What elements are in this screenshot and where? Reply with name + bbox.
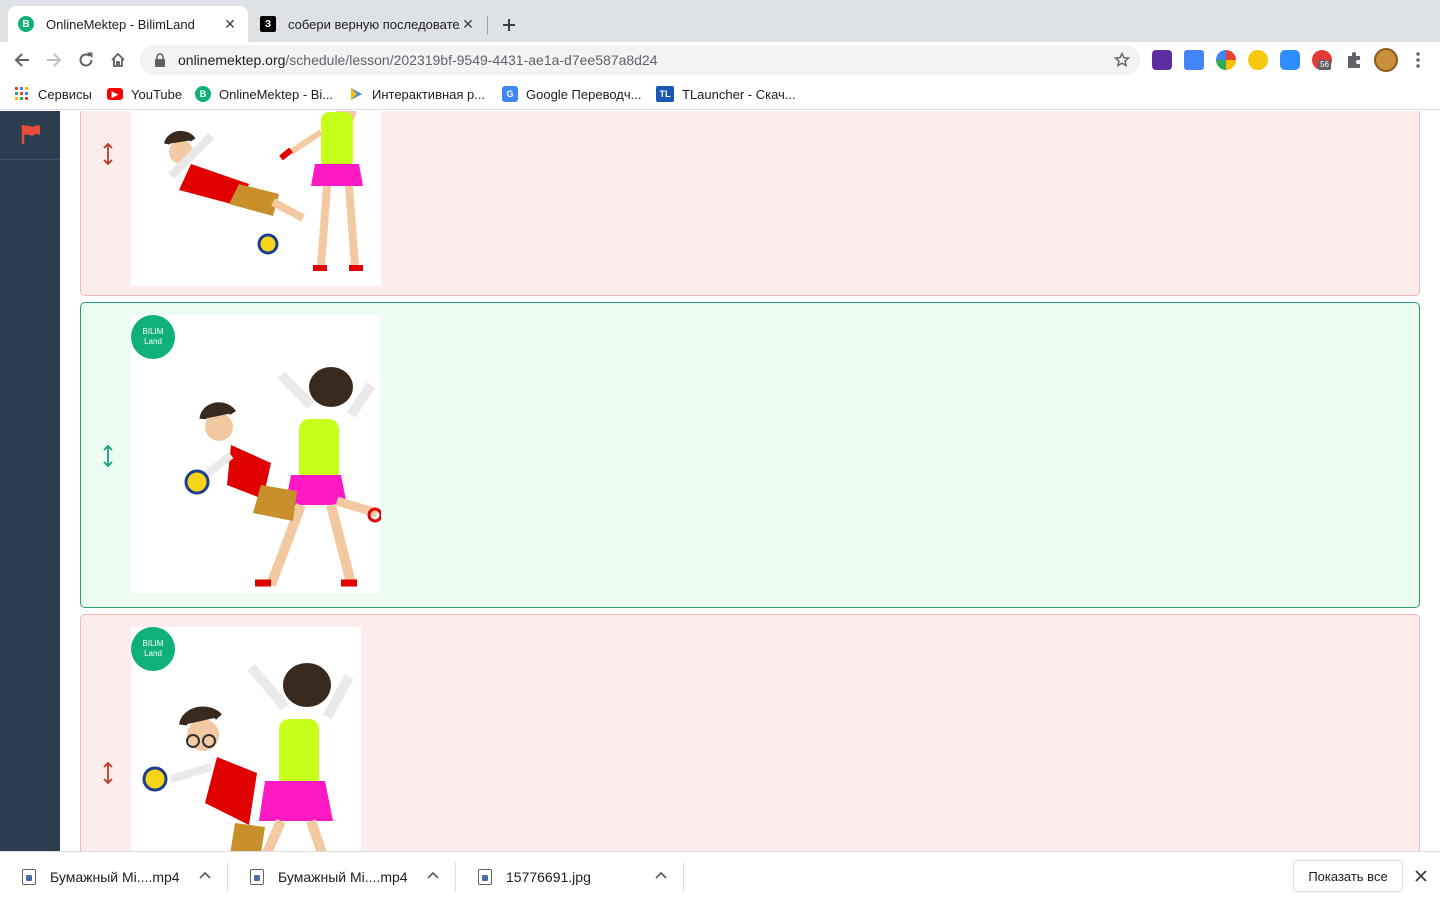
lesson-content: BILIM Land BILIM Land: [60, 111, 1440, 851]
chevron-up-icon[interactable]: [198, 869, 212, 883]
bilimland-favicon-icon: B: [18, 16, 34, 32]
sidebar-divider: [0, 159, 60, 160]
extension-badge: 56: [1318, 60, 1331, 70]
tab-znanija[interactable]: З собери верную последовател ✕: [250, 6, 486, 42]
bookmark-label: YouTube: [131, 86, 183, 102]
chevron-up-icon[interactable]: [426, 869, 440, 883]
download-item-3[interactable]: 15776691.jpg: [456, 858, 684, 896]
play-icon: [351, 88, 362, 100]
tlauncher-icon: TL: [656, 86, 674, 102]
bilimland-icon: B: [195, 86, 211, 102]
address-bar[interactable]: onlinemektep.org/schedule/lesson/202319b…: [140, 45, 1140, 75]
handball-illustration: [164, 111, 363, 271]
bookmark-label: Google Переводч...: [526, 86, 642, 102]
download-divider: [683, 862, 684, 892]
close-tab-icon[interactable]: ✕: [460, 16, 476, 32]
arrow-left-icon: [14, 53, 29, 67]
bookmark-interactive[interactable]: Интерактивная р...: [348, 85, 485, 103]
sequence-card-3[interactable]: BILIM Land: [80, 614, 1420, 851]
translate-extension-icon[interactable]: [1184, 50, 1204, 70]
bookmark-services[interactable]: Сервисы: [14, 85, 92, 103]
sequence-card-1[interactable]: [80, 111, 1420, 296]
drag-handle-icon[interactable]: [101, 761, 115, 785]
handball-illustration: [184, 367, 381, 587]
bookmark-label: TLauncher - Скач...: [682, 86, 796, 102]
bookmark-star-icon[interactable]: [1114, 52, 1130, 68]
back-button[interactable]: [8, 46, 36, 74]
plus-icon: [503, 19, 515, 31]
tab-title: собери верную последовател: [288, 16, 460, 32]
flag-button[interactable]: [20, 123, 42, 150]
app-sidebar: [0, 111, 60, 851]
translate-icon: G: [502, 86, 518, 102]
browser-toolbar: onlinemektep.org/schedule/lesson/202319b…: [0, 42, 1440, 78]
download-item-2[interactable]: Бумажный Mi....mp4: [228, 858, 456, 896]
file-icon: [22, 869, 36, 885]
download-filename: Бумажный Mi....mp4: [50, 869, 180, 885]
extensions-puzzle-icon[interactable]: [1344, 50, 1364, 70]
new-tab-button[interactable]: [498, 14, 520, 36]
bookmark-onlinemektep[interactable]: B OnlineMektep - Bi...: [195, 85, 333, 103]
download-filename: Бумажный Mi....mp4: [278, 869, 408, 885]
bilimland-logo: BILIM Land: [131, 315, 175, 359]
home-button[interactable]: [104, 46, 132, 74]
download-item-1[interactable]: Бумажный Mi....mp4: [0, 858, 228, 896]
tab-onlinemektep[interactable]: B OnlineMektep - BilimLand ✕: [8, 6, 248, 42]
kebab-menu-icon: [1416, 52, 1420, 68]
lemon-extension-icon[interactable]: [1248, 50, 1268, 70]
browser-menu-button[interactable]: [1410, 51, 1426, 69]
tab-separator: [487, 16, 488, 34]
reload-button[interactable]: [72, 46, 100, 74]
extension-purple-icon[interactable]: [1152, 50, 1172, 70]
flag-icon: [21, 125, 40, 144]
file-icon: [478, 869, 492, 885]
tab-strip: B OnlineMektep - BilimLand ✕ З собери ве…: [0, 0, 1440, 42]
url-host: onlinemektep.org: [178, 52, 286, 68]
close-tab-icon[interactable]: ✕: [222, 16, 238, 32]
sequence-image-2: BILIM Land: [131, 315, 381, 593]
bookmark-label: OnlineMektep - Bi...: [219, 86, 334, 102]
close-icon: [1415, 870, 1427, 882]
color-extension-icon[interactable]: [1216, 50, 1236, 70]
downloads-bar: Бумажный Mi....mp4 Бумажный Mi....mp4 15…: [0, 851, 1440, 900]
bookmark-label: Сервисы: [38, 86, 92, 102]
sequence-image-3: BILIM Land: [131, 627, 361, 851]
drag-handle-icon[interactable]: [101, 444, 115, 468]
bookmark-tlauncher[interactable]: TL TLauncher - Скач...: [656, 85, 796, 103]
apps-grid-icon: [15, 87, 28, 100]
download-filename: 15776691.jpg: [506, 869, 591, 885]
show-all-downloads-button[interactable]: Показать все: [1293, 860, 1403, 892]
chevron-up-icon[interactable]: [654, 869, 668, 883]
adblock-extension-icon[interactable]: 56: [1312, 50, 1332, 70]
znanija-favicon-icon: З: [260, 16, 276, 32]
sequence-image-1: [131, 111, 381, 286]
bookmarks-bar: Сервисы ▶ YouTube B OnlineMektep - Bi...…: [0, 78, 1440, 110]
lock-icon: [155, 53, 165, 67]
bilimland-logo: BILIM Land: [131, 627, 175, 671]
arrow-right-icon: [47, 53, 62, 67]
file-icon: [250, 869, 264, 885]
bookmark-youtube[interactable]: ▶ YouTube: [107, 85, 182, 103]
home-icon: [111, 52, 125, 67]
sequence-card-2[interactable]: BILIM Land: [80, 302, 1420, 608]
reload-icon: [79, 52, 93, 67]
forward-button[interactable]: [40, 46, 68, 74]
zoom-extension-icon[interactable]: [1280, 50, 1300, 70]
youtube-icon: ▶: [107, 88, 123, 100]
url-path: /schedule/lesson/202319bf-9549-4431-ae1a…: [285, 52, 658, 68]
tab-title: OnlineMektep - BilimLand: [46, 16, 195, 32]
profile-avatar[interactable]: [1374, 48, 1398, 72]
bookmark-google-translate[interactable]: G Google Переводч...: [502, 85, 641, 103]
close-downloads-button[interactable]: [1412, 867, 1430, 885]
drag-handle-icon[interactable]: [101, 142, 115, 166]
bookmark-label: Интерактивная р...: [372, 86, 486, 102]
